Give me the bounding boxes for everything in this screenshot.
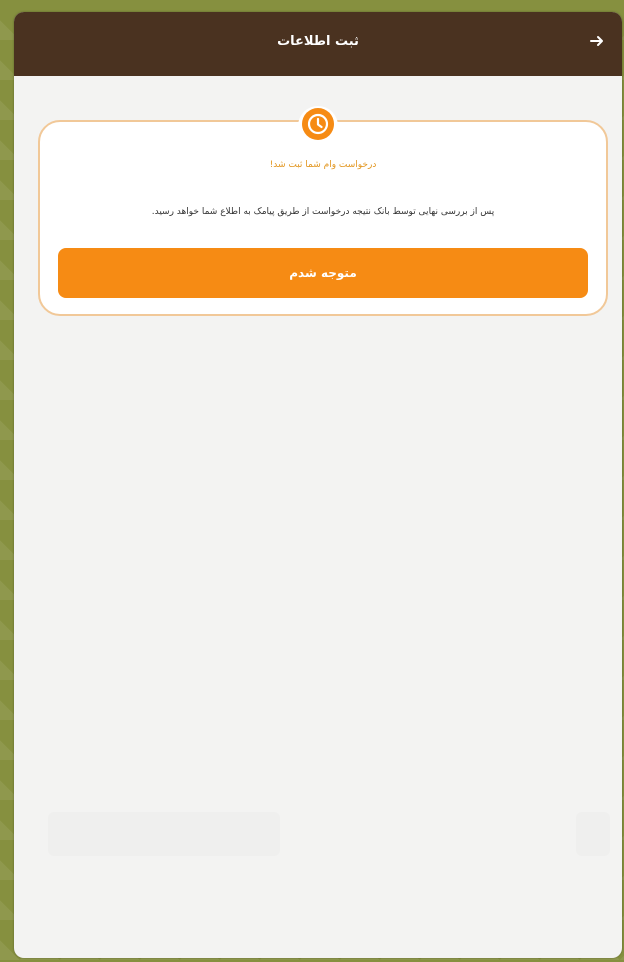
status-title: درخواست وام شما ثبت شد!	[269, 160, 377, 170]
placeholder-block	[48, 812, 280, 856]
clock-icon	[300, 106, 336, 146]
status-badge	[298, 106, 338, 146]
app-screen: ثبت اطلاعات درخواست وام شما ثبت شد! پس ا…	[14, 12, 622, 958]
arrow-right-icon	[589, 33, 605, 53]
confirm-button[interactable]: متوجه شدم	[58, 248, 588, 298]
placeholder-block	[576, 812, 610, 856]
back-button[interactable]	[582, 28, 612, 58]
app-header: ثبت اطلاعات	[14, 12, 622, 76]
status-message: پس از بررسی نهایی توسط بانک نتیجه درخواس…	[151, 207, 495, 217]
status-card: درخواست وام شما ثبت شد! پس از بررسی نهای…	[38, 120, 608, 316]
page-title: ثبت اطلاعات	[277, 34, 359, 49]
